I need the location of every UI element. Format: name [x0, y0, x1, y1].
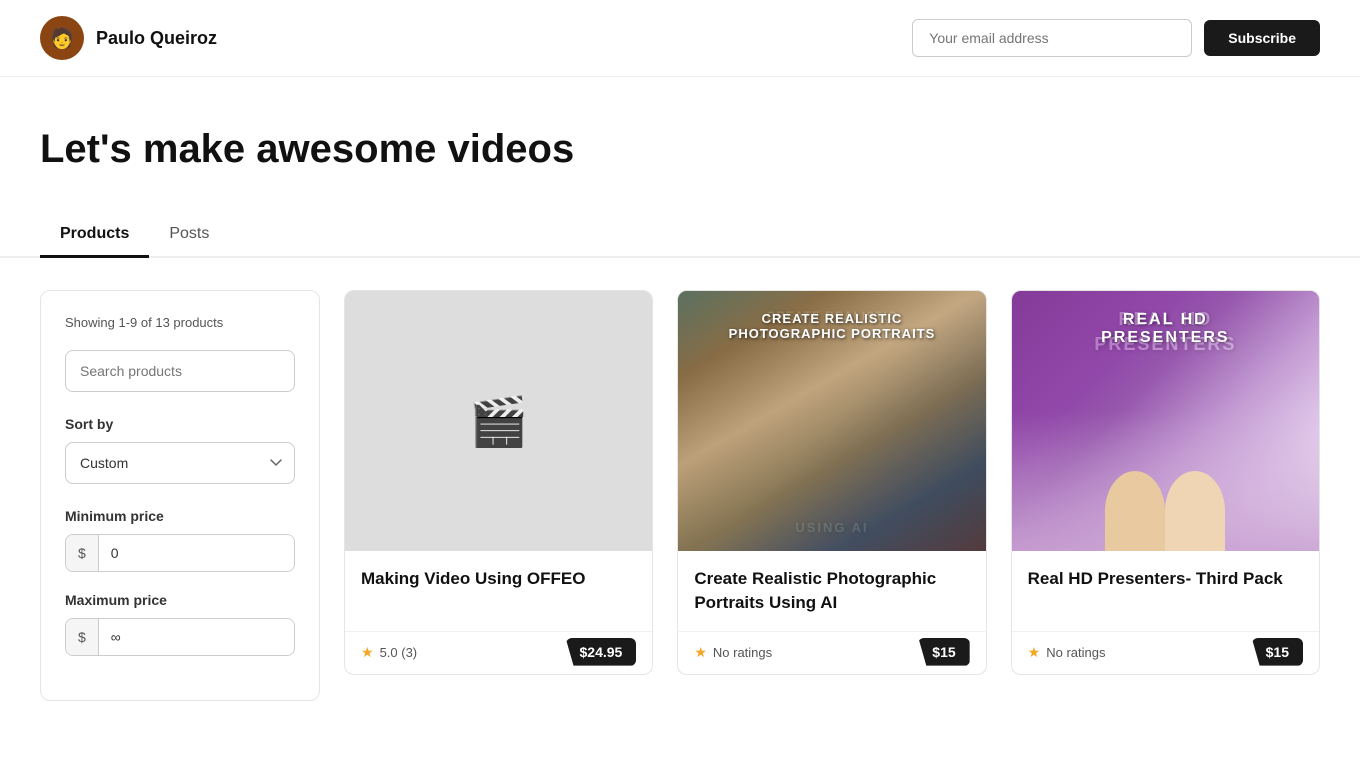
product-price: $24.95 — [566, 638, 637, 666]
product-card: 🎬 Making Video Using OFFEO ★ 5.0 (3) $24… — [344, 290, 653, 675]
star-icon: ★ — [361, 644, 374, 661]
rating-value: 5.0 (3) — [380, 645, 418, 660]
product-card: REAL HDPRESENTERS Real HD Presenters- Th… — [1011, 290, 1320, 675]
price-badge-wrap: $15 — [918, 644, 969, 662]
sort-by-label: Sort by — [65, 416, 295, 432]
max-price-symbol: $ — [66, 619, 99, 655]
showing-count: Showing 1-9 of 13 products — [65, 315, 295, 330]
product-price: $15 — [1252, 638, 1303, 666]
main-content: Showing 1-9 of 13 products Sort by Custo… — [0, 258, 1360, 733]
rating-value: No ratings — [713, 645, 772, 660]
tab-products[interactable]: Products — [40, 213, 149, 258]
hero-section: Let's make awesome videos — [0, 77, 1360, 197]
product-rating: ★ No ratings — [1028, 644, 1106, 661]
product-price: $15 — [918, 638, 969, 666]
max-price-wrap: $ — [65, 618, 295, 656]
product-title: Real HD Presenters- Third Pack — [1028, 567, 1303, 591]
product-footer: ★ 5.0 (3) $24.95 — [345, 631, 652, 674]
face-2 — [1165, 471, 1225, 551]
sidebar: Showing 1-9 of 13 products Sort by Custo… — [40, 290, 320, 701]
min-price-symbol: $ — [66, 535, 99, 571]
product-info: Real HD Presenters- Third Pack — [1012, 551, 1319, 631]
max-price-input[interactable] — [99, 619, 295, 655]
product-image: REAL HDPRESENTERS — [1012, 291, 1319, 551]
tabs-nav: Products Posts — [0, 213, 1360, 258]
author-name: Paulo Queiroz — [96, 28, 217, 49]
product-title: Making Video Using OFFEO — [361, 567, 636, 591]
star-icon: ★ — [694, 644, 707, 661]
face-1 — [1105, 471, 1165, 551]
product-image-faces — [1012, 411, 1319, 551]
product-image: 🎬 — [345, 291, 652, 551]
avatar: 🧑 — [40, 16, 84, 60]
products-grid: 🎬 Making Video Using OFFEO ★ 5.0 (3) $24… — [344, 290, 1320, 675]
sort-select[interactable]: Custom Newest Oldest Price: Low to High … — [65, 442, 295, 484]
search-input[interactable] — [65, 350, 295, 392]
product-footer: ★ No ratings $15 — [1012, 631, 1319, 674]
product-rating: ★ No ratings — [694, 644, 772, 661]
min-price-wrap: $ — [65, 534, 295, 572]
header-left: 🧑 Paulo Queiroz — [40, 16, 217, 60]
price-badge-wrap: $15 — [1252, 644, 1303, 662]
product-image-placeholder: 🎬 — [345, 291, 652, 551]
min-price-input[interactable] — [99, 535, 295, 571]
product-title: Create Realistic Photographic Portraits … — [694, 567, 969, 615]
header: 🧑 Paulo Queiroz Subscribe — [0, 0, 1360, 77]
rating-value: No ratings — [1046, 645, 1105, 660]
star-icon: ★ — [1028, 644, 1041, 661]
subscribe-button[interactable]: Subscribe — [1204, 20, 1320, 56]
product-info: Create Realistic Photographic Portraits … — [678, 551, 985, 631]
tab-posts[interactable]: Posts — [149, 213, 229, 258]
min-price-label: Minimum price — [65, 508, 295, 524]
price-badge-wrap: $24.95 — [566, 644, 637, 662]
hero-title: Let's make awesome videos — [40, 125, 1320, 173]
product-card: CREATE REALISTICPHOTOGRAPHIC PORTRAITS U… — [677, 290, 986, 675]
max-price-label: Maximum price — [65, 592, 295, 608]
product-rating: ★ 5.0 (3) — [361, 644, 417, 661]
product-image: CREATE REALISTICPHOTOGRAPHIC PORTRAITS U… — [678, 291, 985, 551]
header-right: Subscribe — [912, 19, 1320, 57]
product-info: Making Video Using OFFEO — [345, 551, 652, 631]
product-footer: ★ No ratings $15 — [678, 631, 985, 674]
email-input[interactable] — [912, 19, 1192, 57]
product-image-bg — [678, 291, 985, 551]
